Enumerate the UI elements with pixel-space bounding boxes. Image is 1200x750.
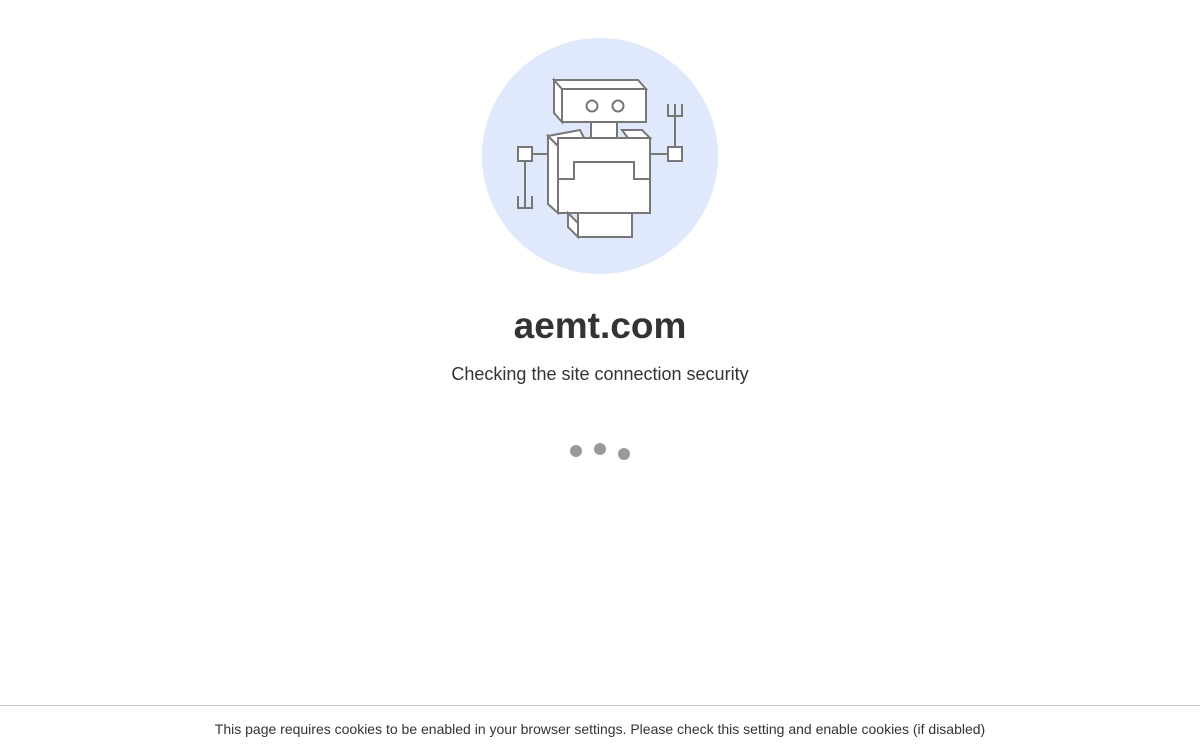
loading-dot-icon xyxy=(594,443,606,455)
footer: This page requires cookies to be enabled… xyxy=(0,705,1200,750)
loading-dot-icon xyxy=(570,445,582,457)
page-title: aemt.com xyxy=(513,305,687,346)
loading-dot-icon xyxy=(618,448,630,460)
security-check-page: aemt.com Checking the site connection se… xyxy=(0,0,1200,750)
cookie-notice: This page requires cookies to be enabled… xyxy=(214,721,986,737)
loading-indicator xyxy=(564,440,636,464)
robot-icon xyxy=(517,77,683,240)
status-message: Checking the site connection security xyxy=(451,364,749,384)
robot-illustration xyxy=(482,38,718,274)
